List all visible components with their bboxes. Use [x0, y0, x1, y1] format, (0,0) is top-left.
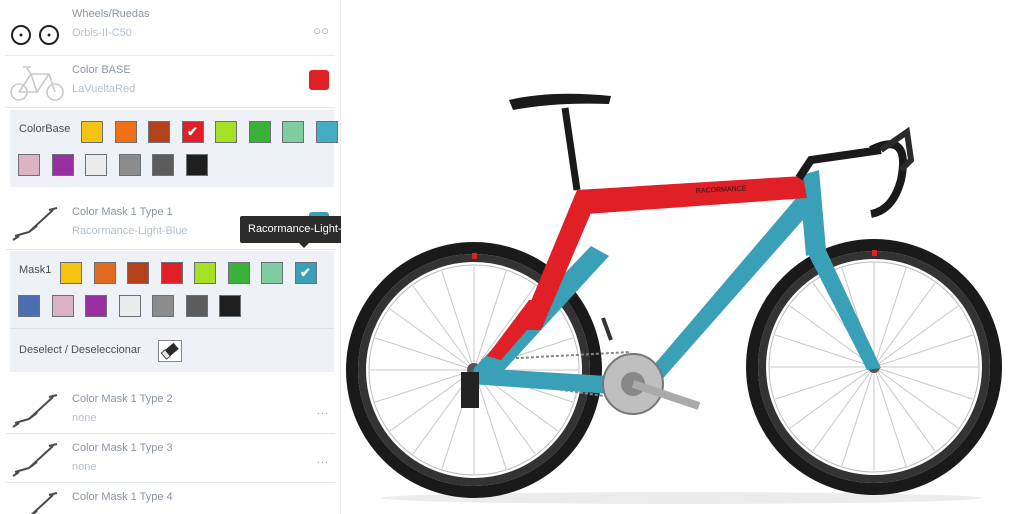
colorbase-swatch[interactable]: ✔ [181, 121, 204, 143]
spoke [812, 366, 875, 452]
mask3-more-icon[interactable]: ... [317, 454, 329, 466]
color-base-option-row[interactable]: Color BASE LaVueltaRed [5, 56, 335, 108]
spoke [873, 267, 907, 368]
mask3-value: none [72, 461, 97, 473]
mask1-swatch[interactable] [185, 295, 208, 317]
mask1-swatch[interactable] [85, 295, 107, 317]
deselect-row: Deselect / Deseleccionar [10, 328, 334, 372]
color-base-current-swatch[interactable] [309, 70, 329, 90]
mask1-swatch[interactable] [51, 295, 74, 317]
spoke [873, 366, 959, 429]
colorbase-swatch[interactable] [81, 121, 103, 143]
wheels-value: Orbis-II-C50 [72, 27, 132, 39]
mask1-thumbnail-icon [12, 207, 58, 241]
mask1-swatch[interactable] [227, 262, 250, 284]
mask3-thumbnail-icon [12, 443, 58, 477]
colorbase-swatch[interactable] [185, 154, 208, 176]
wheels-thumbnail-icon [11, 25, 59, 45]
colorbase-picker-label: ColorBase [19, 123, 71, 135]
mask1-swatch[interactable] [160, 262, 183, 284]
colorbase-swatch[interactable] [315, 121, 338, 143]
mask1-swatch[interactable] [152, 295, 174, 317]
mask2-value: none [72, 412, 97, 424]
mask2-more-icon[interactable]: ... [317, 405, 329, 417]
colorbase-swatch[interactable] [18, 154, 40, 176]
mask1-picker-label: Mask1 [19, 264, 52, 276]
tooltip-arrow [299, 243, 309, 248]
wheels-indicator-icon: ○○ [313, 23, 329, 38]
spoke [441, 270, 475, 371]
spoke [412, 285, 475, 371]
mask4-option-row[interactable]: Color Mask 1 Type 4 [5, 483, 335, 514]
mask1-swatch[interactable] [261, 262, 283, 284]
eraser-icon[interactable] [158, 340, 182, 362]
color-base-value: LaVueltaRed [72, 83, 136, 95]
colorbase-swatch[interactable] [152, 154, 174, 176]
bike-image: RACORMANCE [346, 93, 1002, 504]
spoke [774, 366, 875, 400]
mask3-title: Color Mask 1 Type 3 [72, 442, 173, 454]
mask1-swatch[interactable] [194, 262, 216, 284]
spoke [841, 366, 875, 467]
mask1-swatch[interactable] [127, 262, 149, 284]
spoke [374, 369, 475, 403]
colorbase-swatch[interactable] [51, 154, 74, 176]
spoke [873, 366, 974, 400]
colorbase-swatch[interactable] [215, 121, 237, 143]
colorbase-swatch[interactable] [282, 121, 304, 143]
spoke [873, 334, 974, 368]
mask1-swatch[interactable] [18, 295, 40, 317]
colorbase-swatch[interactable] [248, 121, 271, 143]
check-icon: ✔ [300, 265, 311, 280]
mask1-swatch[interactable] [93, 262, 116, 284]
mask1-swatch[interactable] [118, 295, 141, 317]
spoke [389, 308, 475, 371]
mask1-title: Color Mask 1 Type 1 [72, 206, 173, 218]
colorbase-swatch[interactable] [114, 121, 137, 143]
wheels-option-row[interactable]: Wheels/Ruedas Orbis-II-C50 ○○ [5, 0, 335, 56]
color-base-title: Color BASE [72, 64, 131, 76]
mask1-swatch[interactable] [219, 295, 241, 317]
mask4-title: Color Mask 1 Type 4 [72, 491, 173, 503]
configuration-panel: Wheels/Ruedas Orbis-II-C50 ○○ Color BASE… [0, 0, 340, 514]
mask2-option-row[interactable]: Color Mask 1 Type 2 none ... [5, 385, 335, 434]
spoke [873, 282, 936, 368]
frame-thumbnail-icon [10, 66, 64, 101]
bike-preview: RACORMANCE [341, 0, 1024, 514]
mask2-thumbnail-icon [12, 394, 58, 428]
mask1-swatch[interactable]: ✔ [294, 262, 317, 284]
spoke [873, 366, 936, 452]
spoke [789, 366, 875, 429]
colorbase-swatch[interactable] [118, 154, 141, 176]
mask1-value: Racormance-Light-Blue [72, 225, 188, 237]
mask2-title: Color Mask 1 Type 2 [72, 393, 173, 405]
spoke [873, 366, 907, 467]
spoke [873, 305, 959, 368]
mask4-thumbnail-icon [30, 492, 58, 514]
mask3-option-row[interactable]: Color Mask 1 Type 3 none ... [5, 434, 335, 483]
colorbase-swatch[interactable] [85, 154, 107, 176]
bike-configurator: Wheels/Ruedas Orbis-II-C50 ○○ Color BASE… [0, 0, 1024, 514]
colorbase-swatch[interactable] [148, 121, 170, 143]
deselect-label: Deselect / Deseleccionar [19, 344, 141, 356]
spoke [374, 337, 475, 371]
wheels-title: Wheels/Ruedas [72, 8, 150, 20]
mask1-swatch[interactable] [60, 262, 82, 284]
check-icon: ✔ [187, 124, 198, 139]
mask1-picker: Mask1 ✔ [10, 251, 334, 328]
colorbase-picker: ColorBase ✔ [10, 110, 338, 187]
